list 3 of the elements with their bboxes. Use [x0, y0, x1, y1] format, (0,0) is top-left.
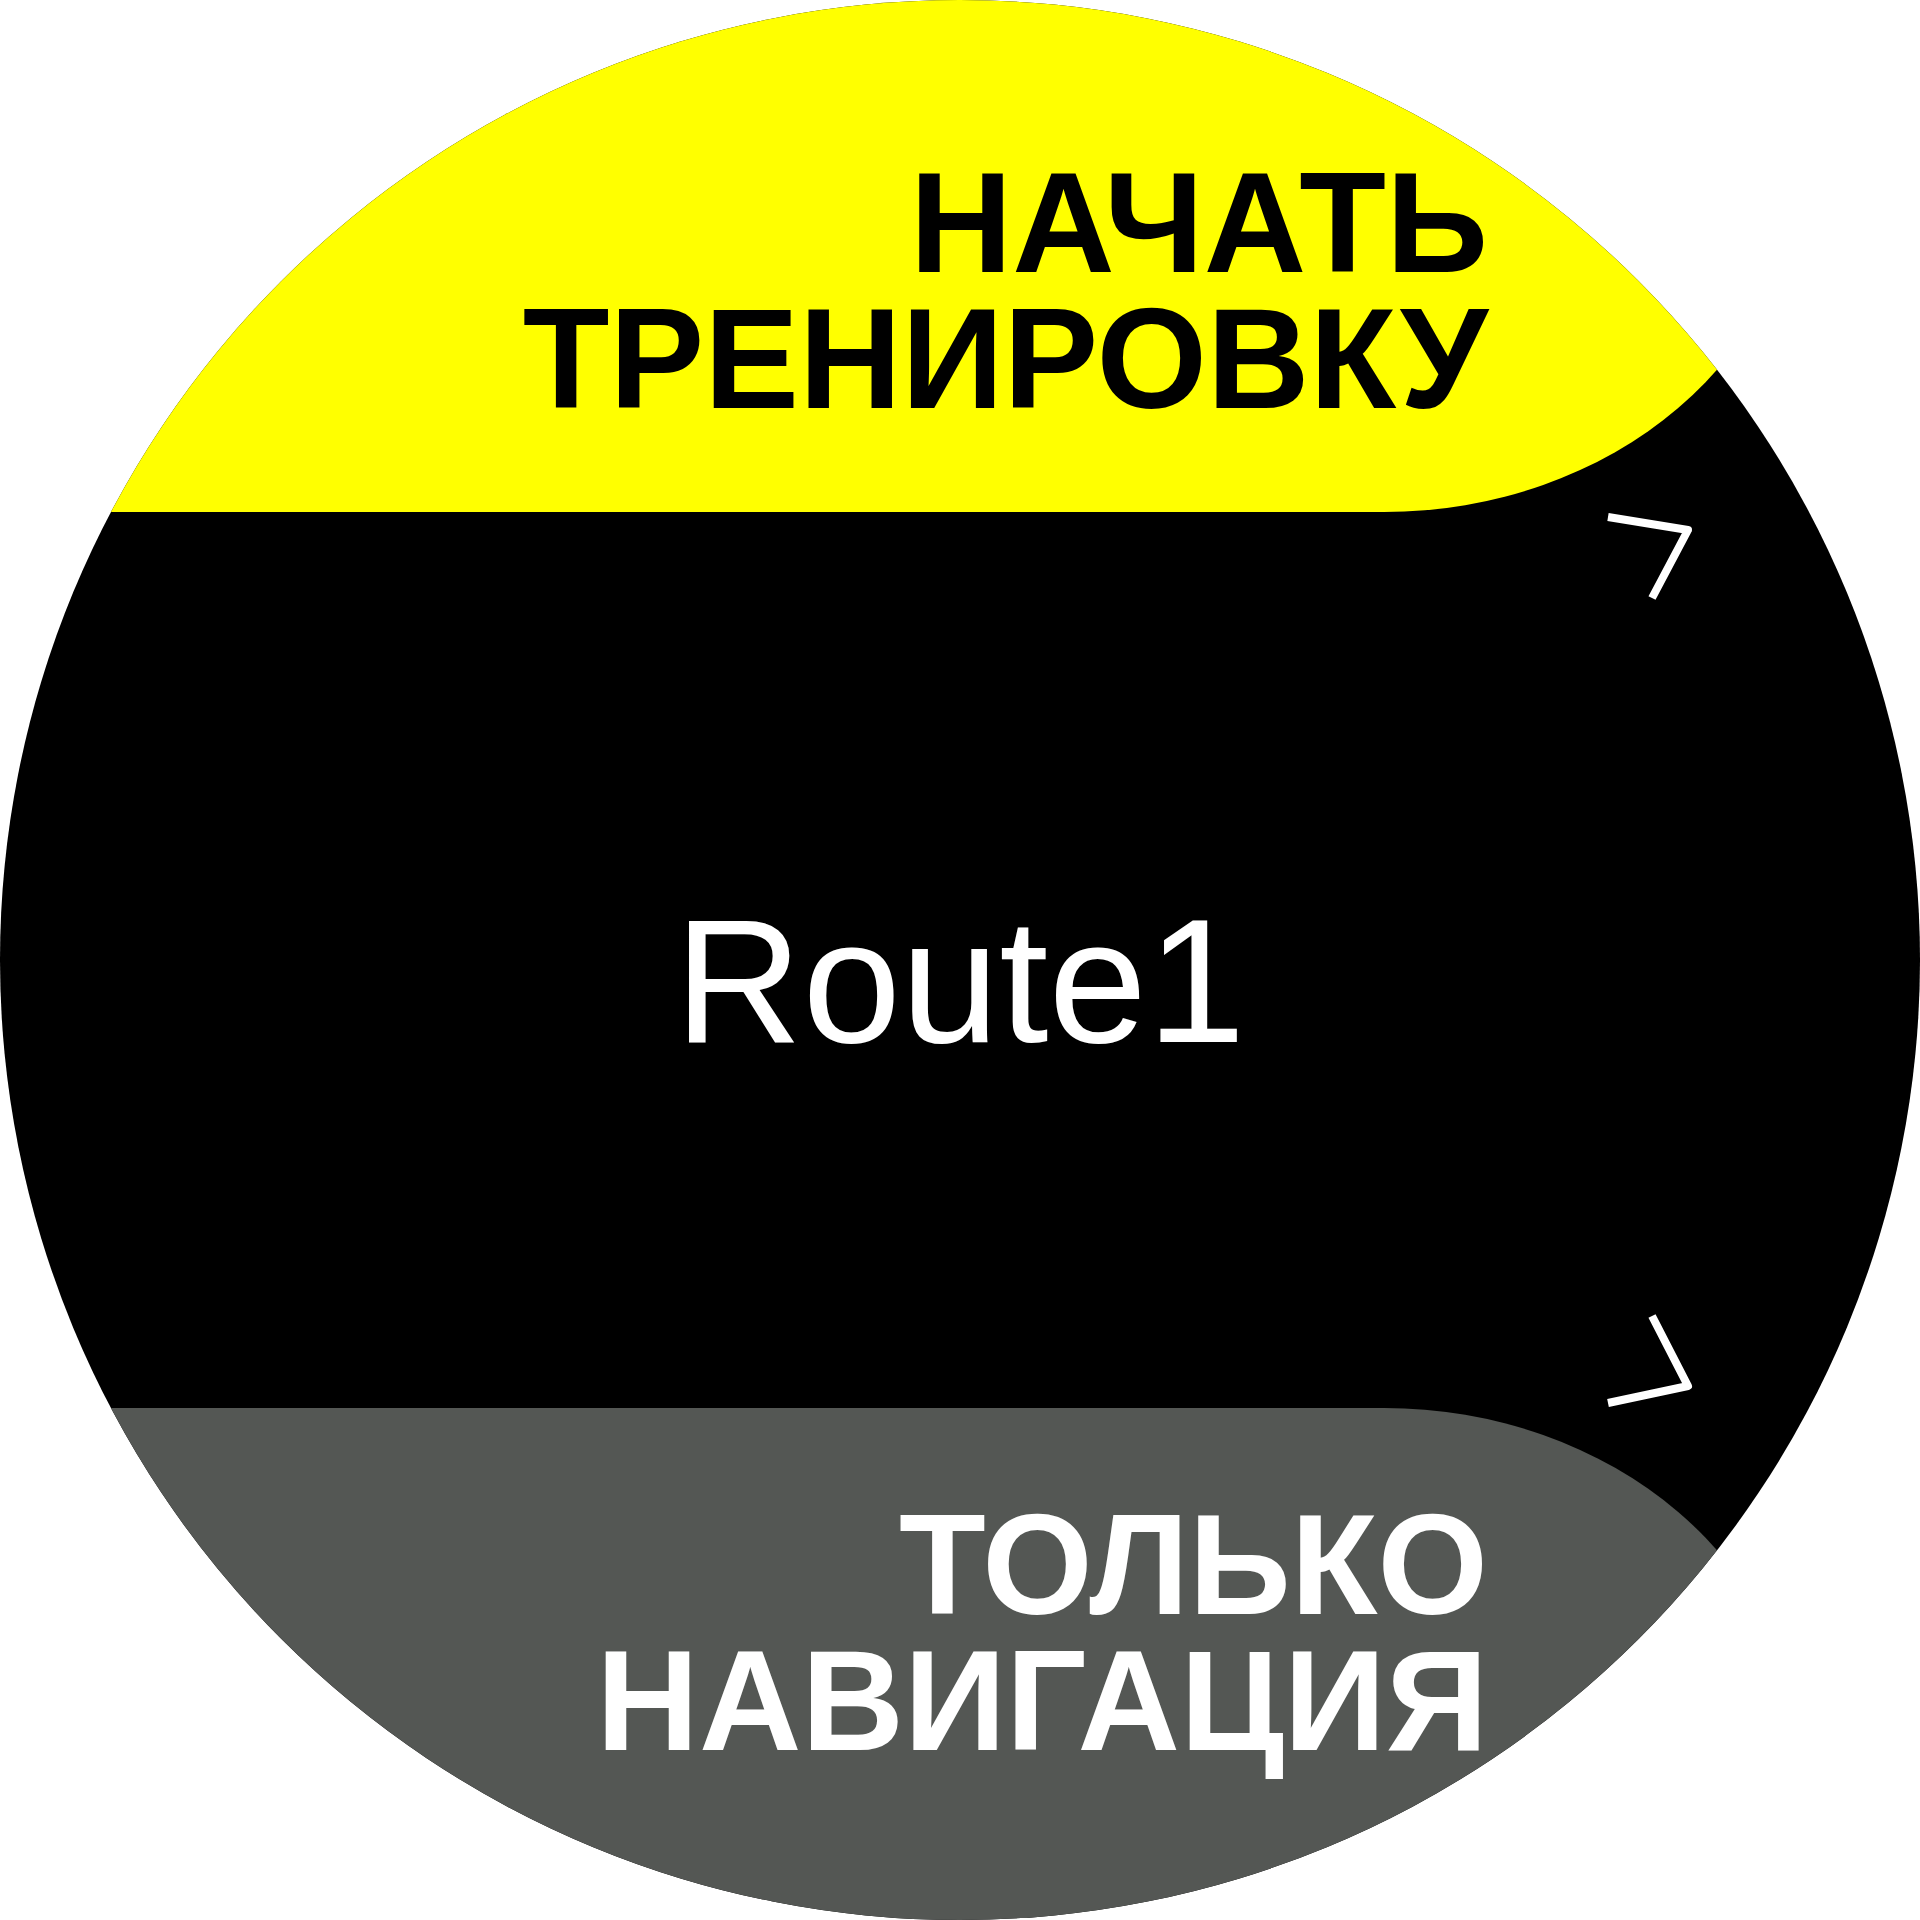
chevron-up-icon — [1604, 512, 1694, 602]
chevron-down-icon — [1604, 1312, 1694, 1408]
route-name: Route1 — [674, 881, 1246, 1083]
